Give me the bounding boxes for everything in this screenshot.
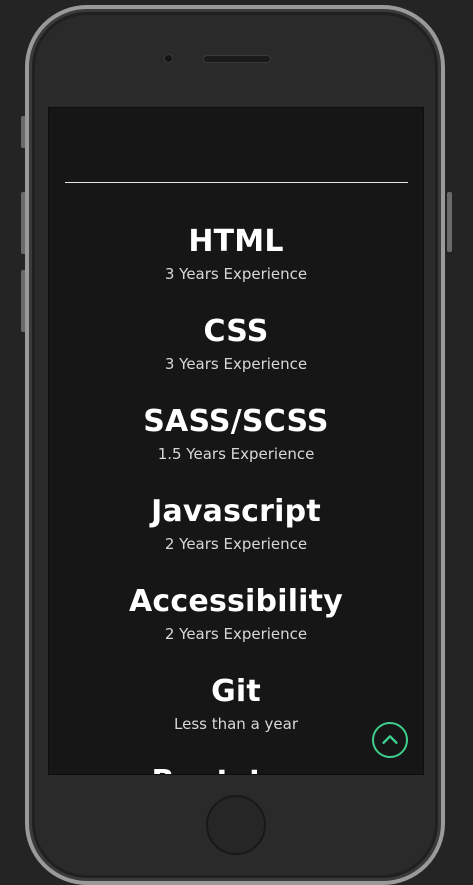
skill-experience: 1.5 Years Experience	[157, 445, 315, 463]
skill-name: Accessibility	[129, 584, 343, 619]
skill-item: Git Less than a year	[49, 672, 423, 762]
skill-experience: 2 Years Experience	[164, 535, 308, 553]
skill-experience: 3 Years Experience	[164, 265, 308, 283]
skill-name: SASS/SCSS	[143, 404, 329, 439]
skills-list: HTML 3 Years Experience CSS 3 Years Expe…	[49, 222, 423, 774]
skill-item: CSS 3 Years Experience	[49, 312, 423, 402]
skill-item: Javascript 2 Years Experience	[49, 492, 423, 582]
speaker-grille	[204, 56, 270, 62]
skill-experience: Less than a year	[174, 715, 298, 733]
skill-name: HTML	[188, 224, 284, 259]
skill-item: Accessibility 2 Years Experience	[49, 582, 423, 672]
skill-name: CSS	[203, 314, 269, 349]
skill-experience: 3 Years Experience	[164, 355, 308, 373]
skill-item: SASS/SCSS 1.5 Years Experience	[49, 402, 423, 492]
home-button	[206, 795, 266, 855]
section-divider	[65, 182, 408, 183]
camera-icon	[165, 55, 172, 62]
phone-screen: HTML 3 Years Experience CSS 3 Years Expe…	[48, 107, 424, 775]
skill-name: Git	[211, 674, 261, 709]
skill-item: HTML 3 Years Experience	[49, 222, 423, 312]
scroll-to-top-button[interactable]	[372, 722, 408, 758]
skill-item: Bootstrap	[49, 762, 423, 774]
skill-name: Javascript	[151, 494, 321, 529]
chevron-up-icon	[382, 735, 398, 744]
power-button	[447, 192, 452, 252]
skill-name: Bootstrap	[49, 762, 423, 774]
skill-experience: 2 Years Experience	[164, 625, 308, 643]
